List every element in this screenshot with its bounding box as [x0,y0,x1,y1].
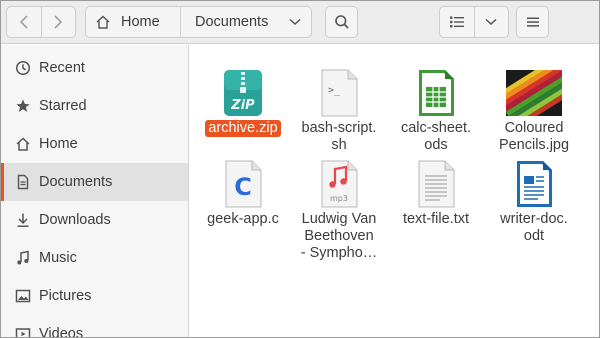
sidebar-item-label: Videos [39,326,84,338]
sidebar-item-documents[interactable]: Documents [1,163,188,201]
file-item[interactable]: ZiP archive.zip [193,68,293,137]
sidebar-item-label: Downloads [39,212,111,228]
image-thumbnail-icon [505,68,563,118]
video-icon [15,326,31,337]
list-view-icon [449,16,464,28]
sidebar-item-label: Home [39,136,78,152]
clock-icon [15,60,31,76]
hamburger-menu-icon [526,17,539,27]
sidebar-item-starred[interactable]: Starred [1,87,188,125]
view-options [439,6,509,38]
sidebar: Recent Starred Home Documents Downloads … [1,45,189,338]
file-name: archive.zip [205,120,281,137]
spreadsheet-file-icon [412,68,460,118]
file-item[interactable]: mp3 Ludwig Van Beethoven - Sympho… [289,159,389,262]
file-name: calc-sheet. ods [400,120,472,153]
text-file-icon [412,159,460,209]
search-icon [334,15,349,29]
svg-text:>_: >_ [328,85,341,96]
header-bar: Home Documents [1,1,599,44]
sidebar-item-recent[interactable]: Recent [1,49,188,87]
file-manager-window: Home Documents Recent Starred Home Docum… [0,0,600,338]
file-name: writer-doc. odt [500,211,568,244]
star-icon [15,98,31,114]
music-file-icon: mp3 [315,159,363,209]
c-source-file-icon: C [219,159,267,209]
zip-archive-icon: ZiP [219,68,267,118]
sidebar-item-label: Pictures [39,288,92,304]
file-name: geek-app.c [207,211,279,227]
breadcrumb-documents[interactable]: Documents [181,7,311,37]
svg-text:ZiP: ZiP [230,98,255,113]
file-item[interactable]: >_ bash-script. sh [289,68,389,154]
sidebar-item-home[interactable]: Home [1,125,188,163]
path-bar: Home Documents [85,6,312,38]
mp3-label: mp3 [330,194,348,203]
sidebar-item-label: Music [39,250,77,266]
chevron-left-icon [19,15,28,29]
view-menu-button[interactable] [475,7,509,37]
file-name: Coloured Pencils.jpg [498,120,570,153]
file-item[interactable]: calc-sheet. ods [386,68,486,154]
file-name: text-file.txt [402,211,470,227]
sidebar-item-label: Documents [39,174,113,190]
sidebar-item-label: Recent [39,60,85,76]
file-item[interactable]: Coloured Pencils.jpg [484,68,584,154]
home-icon [96,15,110,29]
main-menu-button[interactable] [516,6,549,38]
list-view-button[interactable] [440,7,475,37]
search-button[interactable] [325,6,358,38]
breadcrumb-home[interactable]: Home [86,7,181,37]
file-name: Ludwig Van Beethoven - Sympho… [300,211,378,261]
sidebar-item-videos[interactable]: Videos [1,315,188,338]
download-icon [15,212,31,228]
file-item[interactable]: writer-doc. odt [484,159,584,245]
file-name: bash-script. sh [301,120,377,153]
document-file-icon [510,159,558,209]
breadcrumb-home-label: Home [121,14,160,30]
file-item[interactable]: text-file.txt [386,159,486,228]
script-file-icon: >_ [315,68,363,118]
forward-button[interactable] [42,7,76,37]
sidebar-item-downloads[interactable]: Downloads [1,201,188,239]
breadcrumb-documents-label: Documents [195,14,269,30]
back-button[interactable] [7,7,42,37]
sidebar-item-pictures[interactable]: Pictures [1,277,188,315]
chevron-down-icon [485,18,497,26]
home-icon [15,136,31,152]
sidebar-item-label: Starred [39,98,87,114]
file-item[interactable]: C geek-app.c [193,159,293,228]
file-grid: ZiP archive.zip >_ bash-script. sh calc-… [190,45,599,337]
svg-text:C: C [234,173,252,201]
chevron-down-icon [289,18,301,26]
music-icon [15,250,31,266]
chevron-right-icon [54,15,63,29]
sidebar-item-music[interactable]: Music [1,239,188,277]
document-icon [15,174,31,190]
navigation-buttons [6,6,76,38]
picture-icon [15,288,31,304]
